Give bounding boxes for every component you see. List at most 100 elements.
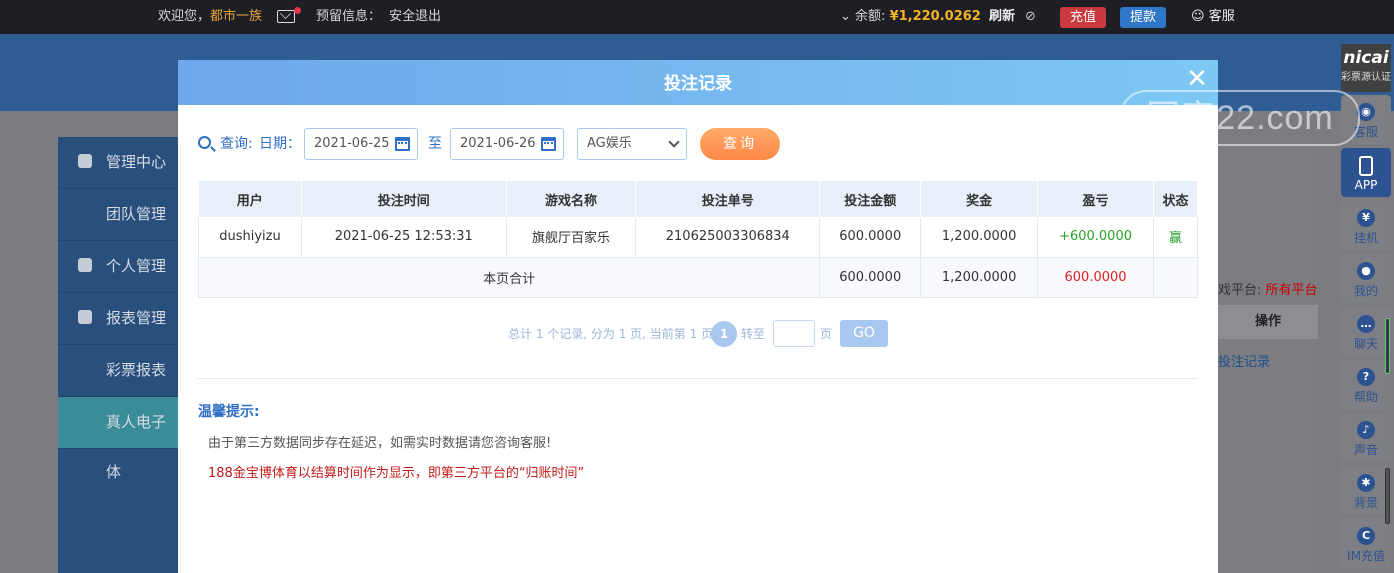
chat-icon: …	[1357, 315, 1375, 333]
query-button[interactable]: 查询	[700, 128, 780, 160]
mail-icon[interactable]	[277, 10, 295, 23]
balance-amount: ¥1,220.0262	[889, 9, 981, 24]
phone-icon	[1359, 156, 1373, 176]
refresh-button[interactable]: 刷新	[989, 0, 1015, 34]
table-row: dushiyizu 2021-06-25 12:53:31 旗舰厅百家乐 210…	[198, 217, 1199, 258]
rail-sound[interactable]: ♪ 声音	[1341, 413, 1391, 462]
chevron-down-icon: ⌄	[840, 9, 856, 24]
reserved-info-label: 预留信息：	[316, 9, 382, 24]
sidebar: 管理中心 团队管理 个人管理 报表管理 彩票报表 真人电子体	[58, 137, 180, 573]
total-label: 本页合计	[197, 257, 821, 298]
calendar-icon[interactable]	[541, 137, 556, 151]
help-icon: ?	[1357, 368, 1375, 386]
close-icon[interactable]: ✕	[1184, 66, 1210, 92]
rail-chat[interactable]: … 聊天	[1341, 307, 1391, 356]
cell-bet-time: 2021-06-25 12:53:31	[301, 217, 507, 258]
table-total-row: 本页合计 600.0000 1,200.0000 600.0000	[197, 257, 1199, 298]
withdraw-button[interactable]: 提款	[1120, 7, 1167, 28]
cell-bonus: 1,200.0000	[920, 217, 1039, 258]
table-header-row: 用户 投注时间 游戏名称 投注单号 投注金额 奖金 盈亏 状态	[198, 181, 1199, 217]
platform-select[interactable]: AG娱乐	[577, 128, 687, 160]
operation-column-header: 操作	[1218, 305, 1318, 339]
sidebar-item-management-center[interactable]: 管理中心	[58, 137, 180, 189]
sidebar-item-reports[interactable]: 报表管理	[58, 293, 180, 345]
total-profit-loss: 600.0000	[1037, 257, 1154, 298]
person-icon: ●	[1357, 262, 1375, 280]
cell-profit-loss: +600.0000	[1037, 217, 1154, 258]
dialog-title: 投注记录	[664, 74, 732, 94]
rail-app[interactable]: APP	[1341, 148, 1391, 197]
cell-bet-id: 210625003306834	[635, 217, 821, 258]
col-bet-time: 投注时间	[301, 181, 507, 217]
page-number-button[interactable]: 1	[711, 321, 737, 347]
rail-mine[interactable]: ● 我的	[1341, 254, 1391, 303]
username-link[interactable]: 都市一族	[210, 9, 262, 24]
col-profit-loss: 盈亏	[1037, 181, 1154, 217]
to-label: 至	[428, 136, 442, 152]
total-status	[1153, 257, 1199, 298]
query-label: 查询:	[220, 136, 253, 152]
date-from-input[interactable]: 2021-06-25	[304, 128, 418, 160]
cell-bet-amount: 600.0000	[819, 217, 922, 258]
divider	[198, 378, 1198, 379]
group-icon	[78, 154, 92, 168]
palette-icon: ✱	[1357, 474, 1375, 492]
top-bar: 欢迎您，都市一族 预留信息： 安全退出 ⌄ 余额: ¥1,220.0262 刷新…	[0, 0, 1394, 34]
pager-summary: 总计 1 个记录, 分为 1 页, 当前第 1 页	[508, 327, 714, 341]
bet-record-table: 用户 投注时间 游戏名称 投注单号 投注金额 奖金 盈亏 状态 dushiyiz…	[197, 181, 1199, 298]
col-bet-amount: 投注金额	[819, 181, 922, 217]
go-button[interactable]: GO	[840, 320, 888, 347]
service-link[interactable]: ☺ 客服	[1191, 0, 1235, 34]
chevron-down-icon	[668, 136, 680, 148]
col-game-name: 游戏名称	[506, 181, 637, 217]
rail-im-recharge[interactable]: C IM充值	[1341, 519, 1391, 568]
scrollbar-thumb-2[interactable]	[1385, 468, 1390, 524]
cell-game-name: 旗舰厅百家乐	[506, 217, 637, 258]
im-icon: C	[1357, 527, 1375, 545]
tips-line-1: 由于第三方数据同步存在延迟，如需实时数据请您咨询客服!	[208, 436, 552, 451]
platform-filter-label: 戏平台: 所有平台	[1218, 283, 1318, 298]
rail-bot[interactable]: ¥ 挂机	[1341, 201, 1391, 250]
tips-title: 温馨提示:	[198, 404, 260, 420]
bet-record-link[interactable]: 投注记录	[1218, 351, 1270, 370]
scrollbar-thumb[interactable]	[1385, 318, 1390, 374]
certification-logo: nicai 彩票源认证	[1341, 44, 1391, 92]
page-jump-input[interactable]	[773, 320, 815, 347]
col-status: 状态	[1153, 181, 1199, 217]
chat-bubble-icon: ☺	[1191, 9, 1209, 24]
sound-icon: ♪	[1357, 421, 1375, 439]
calendar-icon[interactable]	[395, 137, 410, 151]
balance-dropdown[interactable]: ⌄ 余额: ¥1,220.0262	[840, 0, 981, 34]
user-icon	[78, 258, 92, 272]
tips-line-2: 188金宝博体育以结算时间作为显示，即第三方平台的“归账时间”	[208, 466, 585, 481]
col-user: 用户	[198, 181, 302, 217]
watermark: 回家22.com	[1120, 90, 1360, 146]
page-unit-label: 页	[820, 327, 833, 341]
cell-user: dushiyizu	[198, 217, 302, 258]
cell-status: 赢	[1153, 217, 1199, 258]
total-bonus: 1,200.0000	[920, 257, 1039, 298]
hide-eye-icon[interactable]: ⊘	[1025, 0, 1036, 34]
date-label: 日期：	[259, 136, 301, 152]
recharge-button[interactable]: 充值	[1060, 7, 1107, 28]
col-bet-id: 投注单号	[635, 181, 821, 217]
sidebar-item-live-casino[interactable]: 真人电子体	[58, 397, 180, 481]
background-content-panel: 戏平台: 所有平台 操作 投注记录	[1218, 137, 1318, 573]
col-bonus: 奖金	[920, 181, 1039, 217]
report-icon	[78, 310, 92, 324]
total-bet-amount: 600.0000	[819, 257, 922, 298]
rail-help[interactable]: ? 帮助	[1341, 360, 1391, 409]
notification-dot	[294, 7, 301, 14]
welcome-text: 欢迎您，都市一族	[158, 9, 263, 24]
bet-record-dialog: 投注记录 ✕ 查询: 日期： 2021-06-25 至 2021-06-26 A…	[178, 60, 1218, 573]
sidebar-item-team[interactable]: 团队管理	[58, 189, 180, 241]
date-to-input[interactable]: 2021-06-26	[450, 128, 564, 160]
goto-label: 转至	[741, 327, 766, 341]
sidebar-item-lottery-report[interactable]: 彩票报表	[58, 345, 180, 397]
dialog-header: 投注记录 ✕	[178, 60, 1218, 105]
rail-background[interactable]: ✱ 背景	[1341, 466, 1391, 515]
sidebar-item-personal[interactable]: 个人管理	[58, 241, 180, 293]
bot-icon: ¥	[1357, 209, 1375, 227]
search-icon	[198, 136, 211, 149]
logout-link[interactable]: 安全退出	[389, 0, 441, 34]
